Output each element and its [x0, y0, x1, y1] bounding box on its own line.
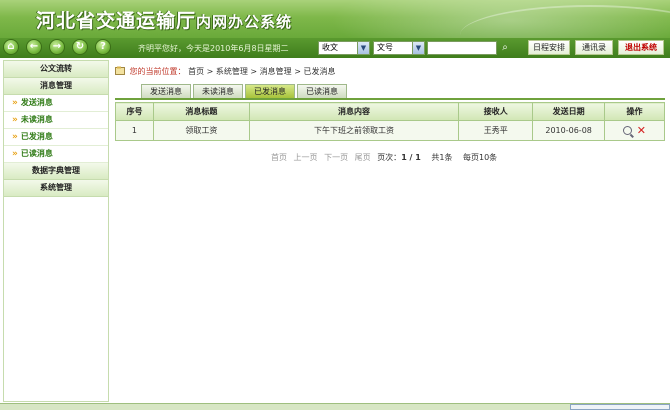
- cell-content: 下午下班之前领取工资: [248, 120, 460, 141]
- tab-send[interactable]: 发送消息: [141, 84, 191, 98]
- toolbar: ⌂ ← → ↻ ? 齐明平您好，今天是2010年6月8日星期二 收文 ▼ 文号 …: [0, 38, 670, 58]
- col-header-date: 发送日期: [532, 102, 606, 121]
- tab-read[interactable]: 已读消息: [297, 84, 347, 98]
- back-icon[interactable]: ←: [26, 39, 42, 55]
- sidebar-section-messages[interactable]: 消息管理: [4, 78, 108, 95]
- contacts-button[interactable]: 通讯录: [575, 40, 613, 55]
- col-header-receiver: 接收人: [458, 102, 534, 121]
- pager-next[interactable]: 下一页: [324, 153, 348, 162]
- pagination: 首页 上一页 下一页 尾页 页次：1 / 1 共1条 每页10条: [271, 152, 497, 163]
- app-title-main: 河北省交通运输厅: [36, 10, 197, 32]
- forward-icon[interactable]: →: [49, 39, 65, 55]
- view-icon[interactable]: [623, 126, 633, 135]
- pager-last[interactable]: 尾页: [355, 153, 371, 162]
- col-header-title: 消息标题: [152, 102, 250, 121]
- sidebar-item-send[interactable]: » 发送消息: [4, 95, 108, 112]
- cell-actions: ✕: [604, 120, 665, 141]
- breadcrumb-path: 首页 > 系统管理 > 消息管理 > 已发消息: [188, 67, 336, 76]
- chevron-right-icon: »: [12, 115, 18, 125]
- cell-receiver: 王秀平: [458, 120, 534, 141]
- chevron-right-icon: »: [12, 132, 18, 142]
- refresh-icon[interactable]: ↻: [72, 39, 88, 55]
- sidebar-item-unread[interactable]: » 未读消息: [4, 112, 108, 129]
- sidebar-item-label: 发送消息: [20, 98, 53, 107]
- doc-type-select[interactable]: 收文 ▼: [318, 41, 370, 55]
- search-icon[interactable]: ⌕: [498, 41, 512, 55]
- chevron-right-icon: »: [12, 98, 18, 108]
- tab-divider: [115, 98, 665, 100]
- sidebar: 公文流转 消息管理 » 发送消息 » 未读消息 » 已发消息 » 已读消息 数据字典管理…: [3, 60, 109, 402]
- exit-button[interactable]: 退出系统: [618, 40, 664, 55]
- table-row: 1 领取工资 下午下班之前领取工资 王秀平 2010-06-08 ✕: [115, 120, 665, 141]
- chevron-right-icon: »: [12, 149, 18, 159]
- app-header: 河北省交通运输厅内网办公系统: [0, 0, 670, 38]
- pager-per-page: 每页10条: [463, 153, 498, 162]
- app-title: 河北省交通运输厅内网办公系统: [36, 6, 292, 33]
- col-header-content: 消息内容: [248, 102, 460, 121]
- status-widget: [570, 404, 670, 410]
- tab-sent[interactable]: 已发消息: [245, 84, 295, 98]
- sidebar-item-label: 已读消息: [20, 149, 53, 158]
- chevron-down-icon[interactable]: ▼: [357, 42, 369, 54]
- pager-prev[interactable]: 上一页: [294, 153, 318, 162]
- table-header-row: 序号 消息标题 消息内容 接收人 发送日期 操作: [115, 102, 665, 121]
- sidebar-item-label: 未读消息: [20, 115, 53, 124]
- sidebar-item-label: 已发消息: [20, 132, 53, 141]
- chevron-down-icon[interactable]: ▼: [412, 42, 424, 54]
- messages-table: 序号 消息标题 消息内容 接收人 发送日期 操作 1 领取工资 下午下班之前领取…: [115, 102, 665, 141]
- col-header-no: 序号: [115, 102, 154, 121]
- location-icon: [115, 66, 125, 75]
- main-content: 您的当前位置： 首页 > 系统管理 > 消息管理 > 已发消息 发送消息 未读消…: [111, 60, 669, 402]
- pager-page-label: 页次：: [377, 153, 402, 162]
- greeting-text: 齐明平您好，今天是2010年6月8日星期二: [138, 44, 289, 53]
- breadcrumb-lead: 您的当前位置：: [129, 67, 186, 76]
- help-icon[interactable]: ?: [95, 39, 111, 55]
- sidebar-item-read[interactable]: » 已读消息: [4, 146, 108, 163]
- search-input[interactable]: [427, 41, 497, 55]
- sidebar-section-documents[interactable]: 公文流转: [4, 61, 108, 78]
- schedule-button[interactable]: 日程安排: [528, 40, 570, 55]
- app-title-sub: 内网办公系统: [196, 13, 293, 31]
- search-field-select[interactable]: 文号 ▼: [373, 41, 425, 55]
- pager-page-value: 1 / 1: [401, 153, 421, 162]
- col-header-actions: 操作: [604, 102, 665, 121]
- cell-date: 2010-06-08: [532, 120, 606, 141]
- home-icon[interactable]: ⌂: [3, 39, 19, 55]
- delete-icon[interactable]: ✕: [637, 124, 646, 137]
- search-field-select-value: 文号: [377, 43, 393, 52]
- cell-no: 1: [115, 120, 154, 141]
- doc-type-select-value: 收文: [322, 43, 338, 52]
- sidebar-section-system[interactable]: 系统管理: [4, 180, 108, 197]
- tab-unread[interactable]: 未读消息: [193, 84, 243, 98]
- sidebar-item-sent[interactable]: » 已发消息: [4, 129, 108, 146]
- sidebar-section-dictionary[interactable]: 数据字典管理: [4, 163, 108, 180]
- breadcrumb: 您的当前位置： 首页 > 系统管理 > 消息管理 > 已发消息: [115, 66, 335, 77]
- cell-title: 领取工资: [152, 120, 250, 141]
- pager-first[interactable]: 首页: [271, 153, 287, 162]
- pager-total: 共1条: [431, 153, 453, 162]
